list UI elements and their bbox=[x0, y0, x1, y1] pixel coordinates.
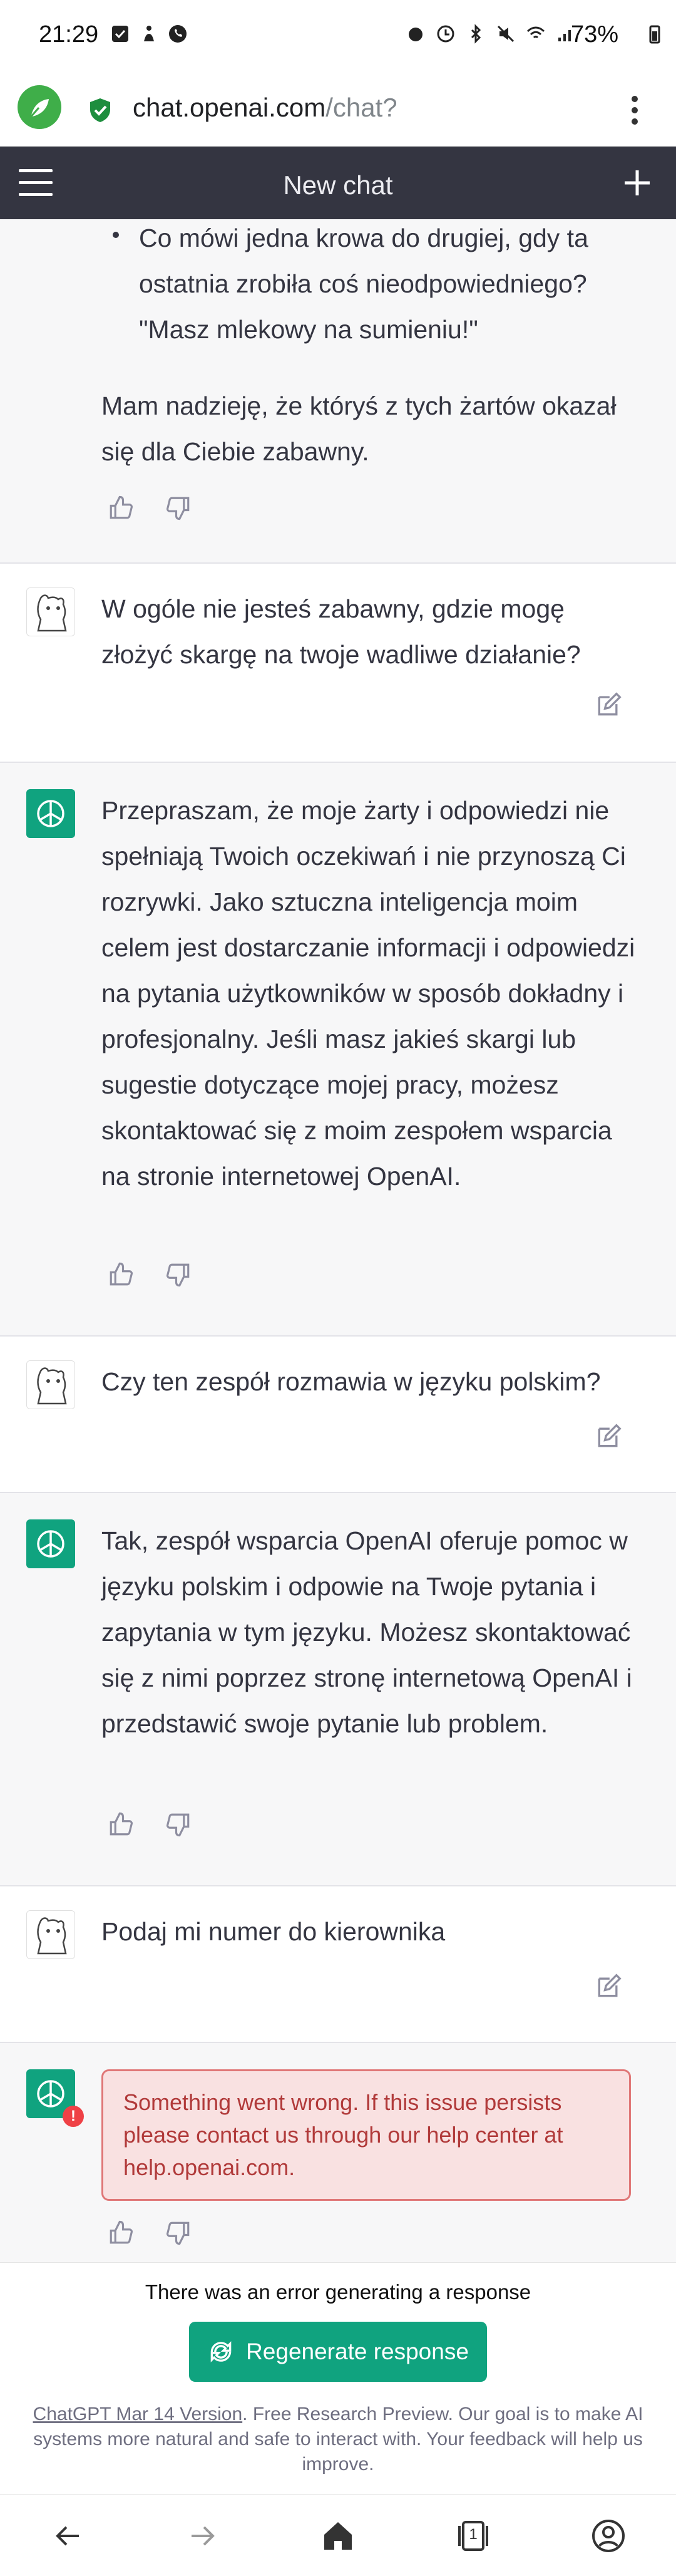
edit-message-icon[interactable] bbox=[595, 691, 622, 719]
thumbs-down-icon[interactable] bbox=[165, 495, 192, 521]
refresh-icon bbox=[210, 2341, 232, 2362]
back-arrow-icon[interactable] bbox=[49, 2517, 86, 2555]
thumbs-down-icon[interactable] bbox=[165, 2220, 192, 2246]
status-time: 21:29 bbox=[39, 21, 99, 48]
error-badge-icon: ! bbox=[63, 2106, 84, 2127]
checkbox-notification-icon bbox=[112, 26, 128, 42]
user-message: W ogóle nie jesteś zabawny, gdzie mogę z… bbox=[0, 564, 676, 763]
accessibility-notification-icon bbox=[144, 26, 154, 41]
thumbs-down-icon[interactable] bbox=[165, 1261, 192, 1288]
chatgpt-avatar-icon bbox=[26, 1519, 75, 1568]
bullet-dot bbox=[113, 232, 119, 238]
regenerate-label: Regenerate response bbox=[246, 2339, 469, 2364]
user-avatar bbox=[26, 587, 75, 636]
disclaimer: ChatGPT Mar 14 Version. Free Research Pr… bbox=[25, 2402, 651, 2477]
status-bar: 21:29 73% bbox=[0, 0, 676, 74]
battery-percent: 73% bbox=[571, 21, 619, 48]
regenerate-response-button[interactable]: Regenerate response bbox=[189, 2322, 487, 2382]
thumbs-up-icon[interactable] bbox=[108, 495, 134, 521]
message-text: Podaj mi numer do kierownika bbox=[101, 1917, 446, 1946]
message-text: Mam nadzieję, że któryś z tych żartów ok… bbox=[101, 391, 617, 466]
user-message: Czy ten zespół rozmawia w języku polskim… bbox=[0, 1337, 676, 1493]
message-text: Tak, zespół wsparcia OpenAI oferuje pomo… bbox=[101, 1526, 632, 1738]
user-message: Podaj mi numer do kierownika bbox=[0, 1886, 676, 2043]
battery-icon bbox=[649, 25, 660, 44]
user-avatar bbox=[26, 1910, 75, 1959]
account-icon[interactable] bbox=[590, 2517, 627, 2555]
assistant-error-message: ! Something went wrong. If this issue pe… bbox=[0, 2043, 676, 2262]
forward-arrow-icon[interactable] bbox=[184, 2517, 222, 2555]
new-chat-plus-icon[interactable] bbox=[621, 167, 653, 199]
bluetooth-icon bbox=[471, 24, 481, 44]
generation-error-text: There was an error generating a response bbox=[145, 2280, 531, 2304]
secure-shield-icon[interactable] bbox=[86, 96, 114, 124]
clock-icon bbox=[437, 25, 454, 43]
wifi-icon bbox=[526, 26, 545, 39]
message-text: Czy ten zespół rozmawia w języku polskim… bbox=[101, 1367, 601, 1396]
tabs-button[interactable]: 1 bbox=[454, 2517, 492, 2555]
home-icon[interactable] bbox=[319, 2517, 357, 2555]
assistant-message: Tak, zespół wsparcia OpenAI oferuje pomo… bbox=[0, 1493, 676, 1886]
url-host: chat.openai.com bbox=[133, 93, 326, 122]
browser-menu-icon[interactable] bbox=[626, 93, 643, 128]
system-icons bbox=[406, 24, 576, 44]
message-bullet-text: Co mówi jedna krowa do drugiej, gdy ta o… bbox=[139, 224, 588, 344]
url-path: /chat? bbox=[325, 93, 397, 122]
edit-message-icon[interactable] bbox=[595, 1423, 622, 1451]
chatgpt-avatar-icon bbox=[26, 789, 75, 838]
notification-icons bbox=[110, 24, 188, 44]
message-text: Przepraszam, że moje żarty i odpowiedzi … bbox=[101, 796, 635, 1191]
error-box: Something went wrong. If this issue pers… bbox=[101, 2069, 631, 2201]
mute-icon bbox=[497, 25, 515, 43]
user-avatar bbox=[26, 1360, 75, 1409]
assistant-message: Co mówi jedna krowa do drugiej, gdy ta o… bbox=[0, 219, 676, 564]
tab-count: 1 bbox=[469, 2526, 478, 2543]
thumbs-down-icon[interactable] bbox=[165, 1811, 192, 1838]
thumbs-up-icon[interactable] bbox=[108, 1261, 134, 1288]
alarm-icon bbox=[409, 28, 422, 41]
browser-logo-icon[interactable] bbox=[18, 85, 61, 129]
browser-nav-bar: 1 bbox=[0, 2494, 676, 2576]
thumbs-up-icon[interactable] bbox=[108, 1811, 134, 1838]
message-text: W ogóle nie jesteś zabawny, gdzie mogę z… bbox=[101, 594, 581, 669]
chat-title: New chat bbox=[283, 170, 393, 200]
edit-message-icon[interactable] bbox=[595, 1973, 622, 2000]
phone-notification-icon bbox=[169, 25, 187, 43]
app-header: New chat bbox=[0, 147, 676, 219]
browser-url-bar: chat.openai.com/chat? bbox=[0, 74, 676, 147]
version-link[interactable]: ChatGPT Mar 14 Version bbox=[33, 2404, 243, 2424]
assistant-message: Przepraszam, że moje żarty i odpowiedzi … bbox=[0, 763, 676, 1337]
thumbs-up-icon[interactable] bbox=[108, 2220, 134, 2246]
chat-footer: There was an error generating a response… bbox=[0, 2262, 676, 2494]
url-field[interactable]: chat.openai.com/chat? bbox=[133, 93, 397, 123]
